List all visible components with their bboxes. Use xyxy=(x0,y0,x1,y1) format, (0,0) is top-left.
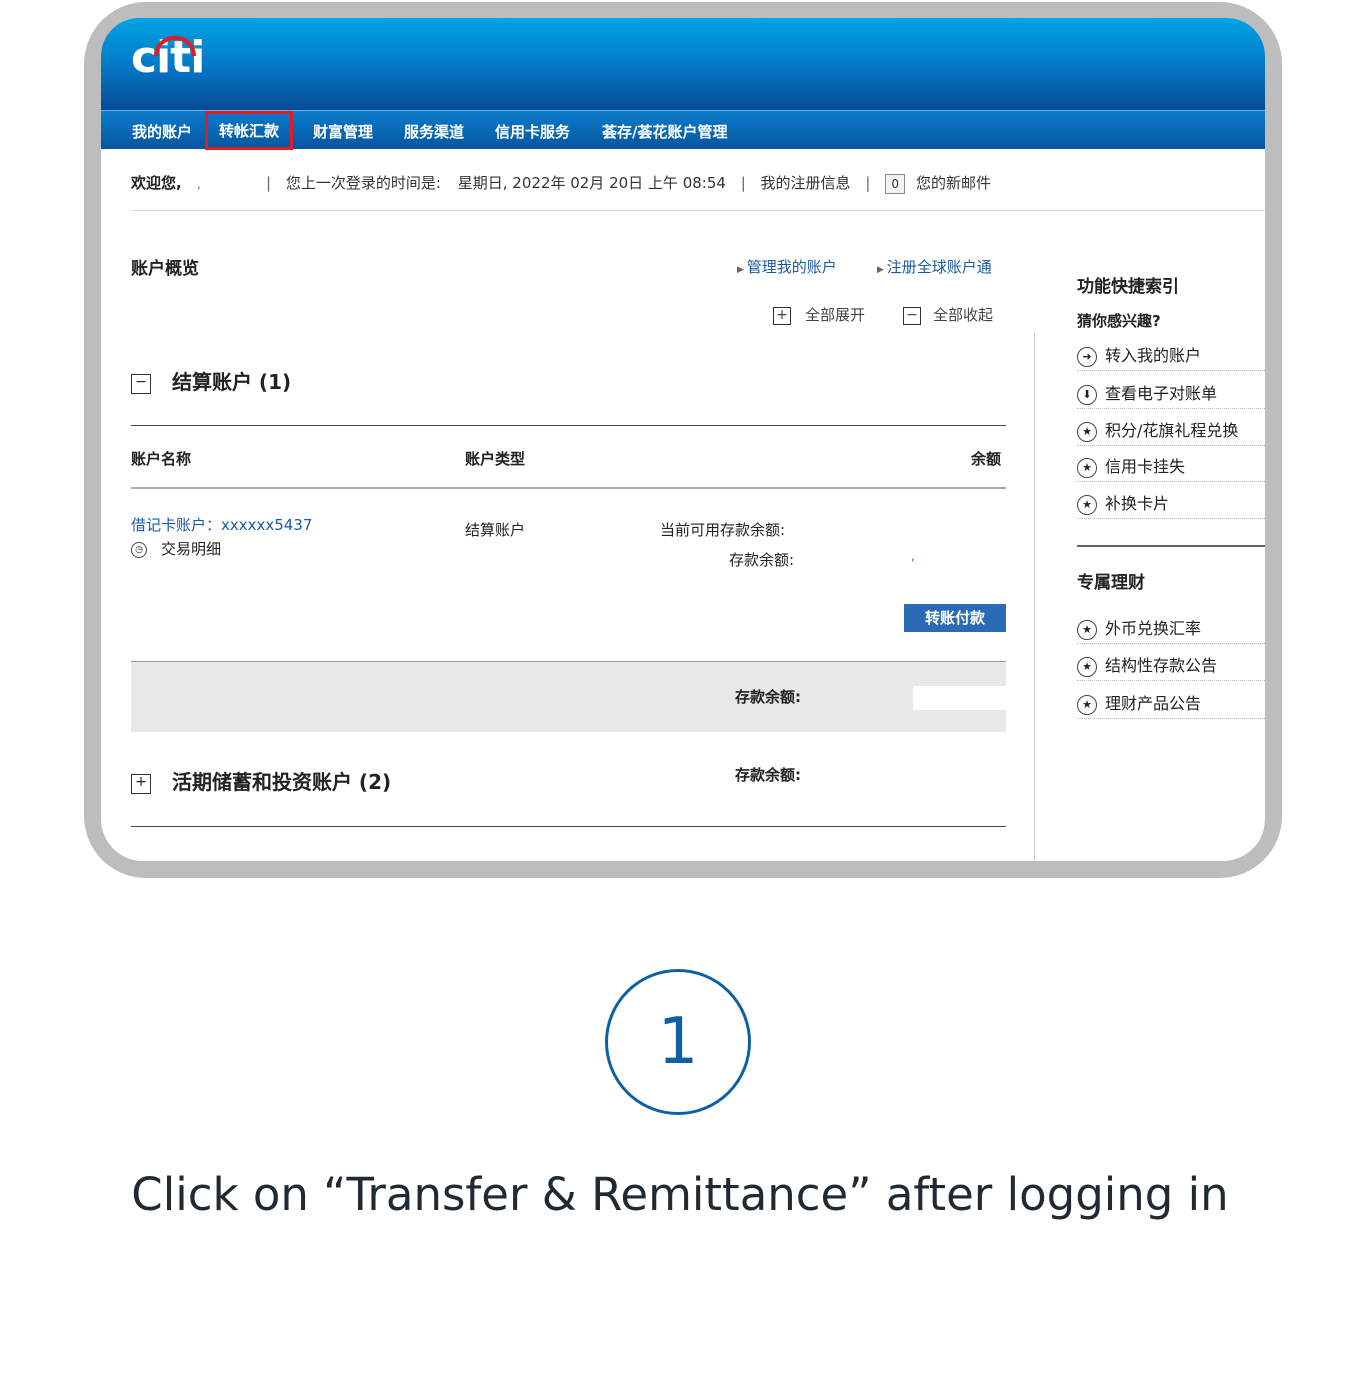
welcome-greeting: 欢迎您, xyxy=(131,174,182,192)
welcome-bar: 欢迎您, , | 您上一次登录的时间是: 星期日, 2022年 02月 20日 … xyxy=(131,174,991,194)
register-global-link[interactable]: ▶ 注册全球账户通 xyxy=(877,256,992,277)
sidebar-item-points-redeem[interactable]: ★ 积分/花旗礼程兑换 xyxy=(1077,417,1265,446)
debit-account-link[interactable]: 借记卡账户：xxxxxx5437 xyxy=(131,514,312,535)
total-top-rule xyxy=(131,661,1006,662)
arrow-down-circle-icon: ⬇ xyxy=(1077,384,1097,405)
collapse-section-icon: − xyxy=(131,373,151,394)
sidebar-item-card-replace[interactable]: ★ 补换卡片 xyxy=(1077,490,1265,519)
step-caption: Click on “Transfer & Remittance” after l… xyxy=(131,1168,1229,1221)
star-circle-icon: ★ xyxy=(1077,619,1097,640)
star-circle-icon: ★ xyxy=(1077,421,1097,442)
nav-credit-card-services[interactable]: 信用卡服务 xyxy=(495,121,570,142)
collapse-all-control[interactable]: − 全部收起 xyxy=(903,304,993,325)
settlement-total-row xyxy=(131,662,1006,732)
sidebar-item-card-loss[interactable]: ★ 信用卡挂失 xyxy=(1077,453,1265,482)
main-nav: 我的账户 转帐汇款 财富管理 服务渠道 信用卡服务 荟存/荟花账户管理 xyxy=(101,110,1265,150)
section-top-rule xyxy=(131,425,1006,426)
transfer-payment-button[interactable]: 转账付款 xyxy=(904,604,1006,632)
transaction-details-link[interactable]: ◷ 交易明细 xyxy=(131,538,221,559)
plus-box-icon: + xyxy=(773,306,791,325)
quick-index-title: 功能快捷索引 xyxy=(1077,277,1179,297)
sidebar-item-e-statement[interactable]: ⬇ 查看电子对账单 xyxy=(1077,380,1265,409)
savings-rule xyxy=(131,826,1006,827)
browser-screen: citi 我的账户 转帐汇款 财富管理 服务渠道 信用卡服务 荟存/荟花账户管理… xyxy=(101,18,1265,861)
mail-count-badge[interactable]: 0 xyxy=(885,174,906,194)
star-circle-icon: ★ xyxy=(1077,694,1097,715)
settlement-section-header[interactable]: − 结算账户 (1) xyxy=(131,366,291,395)
nav-transfer-remittance[interactable]: 转帐汇款 xyxy=(204,111,294,150)
header-banner: citi xyxy=(101,18,1265,110)
welcome-divider xyxy=(131,210,1265,211)
step-number-badge: 1 xyxy=(605,969,751,1115)
sidebar-divider xyxy=(1034,332,1035,861)
star-circle-icon: ★ xyxy=(1077,457,1097,478)
arrow-right-circle-icon: ➜ xyxy=(1077,346,1097,367)
nav-service-channels[interactable]: 服务渠道 xyxy=(404,121,464,142)
account-type-value: 结算账户 xyxy=(465,521,526,539)
deposit-balance-label: 存款余额: xyxy=(729,551,795,569)
deposit-balance-value: , xyxy=(911,549,915,563)
new-mail-link[interactable]: 您的新邮件 xyxy=(916,174,991,192)
sidebar-item-transfer-in[interactable]: ➜ 转入我的账户 xyxy=(1077,342,1265,371)
star-circle-icon: ★ xyxy=(1077,494,1097,515)
savings-section-header[interactable]: + 活期储蓄和投资账户 (2) xyxy=(131,766,391,795)
registration-info-link[interactable]: 我的注册信息 xyxy=(761,174,851,192)
minus-box-icon: − xyxy=(903,306,921,325)
column-account-name: 账户名称 xyxy=(131,450,192,468)
clock-icon: ◷ xyxy=(131,541,147,558)
available-balance-label: 当前可用存款余额: xyxy=(660,521,786,539)
manage-accounts-link[interactable]: ▶ 管理我的账户 xyxy=(737,256,837,277)
expand-all-control[interactable]: + 全部展开 xyxy=(773,304,865,325)
sidebar-item-fx-rates[interactable]: ★ 外币兑换汇率 xyxy=(1077,615,1265,644)
redacted-balance xyxy=(913,686,1006,710)
total-deposit-label: 存款余额: xyxy=(735,688,801,706)
savings-balance-label: 存款余额: xyxy=(735,766,801,784)
column-account-type: 账户类型 xyxy=(465,450,526,468)
overview-title: 账户概览 xyxy=(131,259,199,279)
column-balance: 余额 xyxy=(971,450,1002,468)
expand-section-icon: + xyxy=(131,773,151,794)
last-login-label: 您上一次登录的时间是: xyxy=(285,174,441,192)
interest-subtitle: 猜你感兴趣? xyxy=(1077,312,1161,330)
star-circle-icon: ★ xyxy=(1077,656,1097,677)
sidebar-item-wealth-products[interactable]: ★ 理财产品公告 xyxy=(1077,690,1265,719)
last-login-value: 星期日, 2022年 02月 20日 上午 08:54 xyxy=(457,174,726,192)
nav-plus-account-management[interactable]: 荟存/荟花账户管理 xyxy=(602,121,727,142)
sidebar-item-structured-deposit[interactable]: ★ 结构性存款公告 xyxy=(1077,652,1265,681)
header-rule xyxy=(131,487,1006,489)
user-name: , xyxy=(196,174,202,192)
exclusive-wealth-title: 专属理财 xyxy=(1077,573,1145,593)
sidebar-section-rule xyxy=(1077,545,1265,547)
nav-wealth-management[interactable]: 财富管理 xyxy=(313,121,373,142)
nav-my-account[interactable]: 我的账户 xyxy=(132,121,192,142)
